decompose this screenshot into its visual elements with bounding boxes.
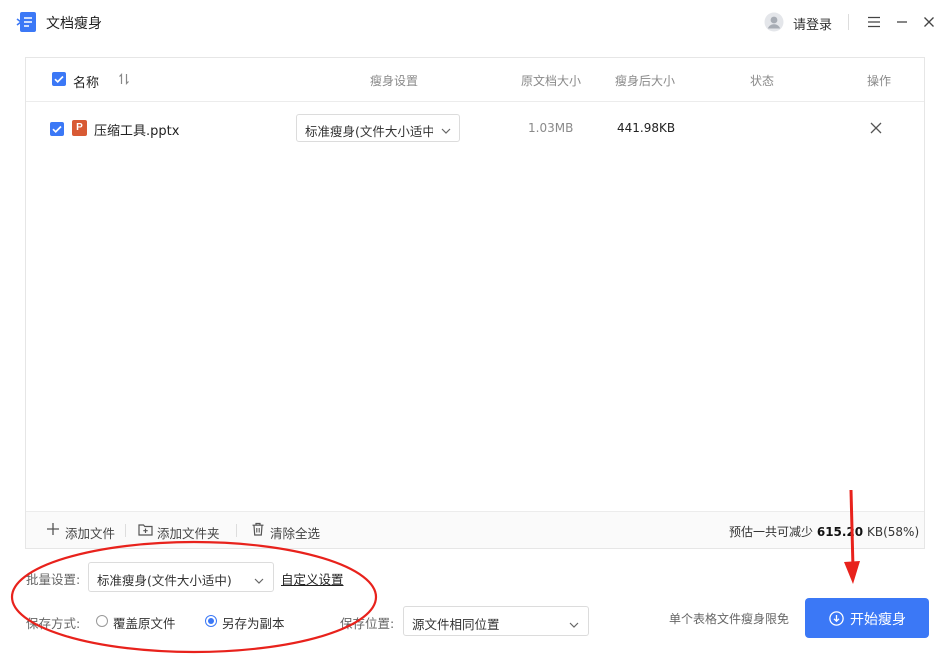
add-folder-icon[interactable] [138, 522, 153, 536]
app-logo-icon [16, 11, 38, 33]
minimize-icon[interactable] [893, 13, 911, 31]
close-window-icon[interactable] [920, 13, 938, 31]
row-checkbox[interactable] [50, 122, 64, 136]
start-slim-button[interactable]: 开始瘦身 [805, 598, 929, 638]
annotation-arrow [844, 489, 860, 584]
save-location-select[interactable]: 源文件相同位置 [403, 606, 589, 636]
new-size: 441.98KB [617, 121, 676, 135]
app-title: 文档瘦身 [46, 16, 102, 32]
original-size: 1.03MB [528, 121, 574, 135]
titlebar-divider [848, 14, 849, 30]
remove-file-icon[interactable] [869, 121, 883, 135]
column-header-status: 状态 [750, 74, 775, 88]
toolbar-separator [125, 524, 126, 537]
row-slim-setting-value: 标准瘦身(文件大小适中) [305, 124, 433, 139]
column-header-setting: 瘦身设置 [370, 74, 419, 88]
start-slim-label: 开始瘦身 [850, 612, 906, 628]
menu-icon[interactable] [865, 13, 883, 31]
trash-icon[interactable] [251, 522, 265, 536]
column-header-original-size: 原文档大小 [521, 74, 582, 88]
column-header-action: 操作 [867, 74, 892, 88]
annotation-ellipse [10, 540, 378, 654]
column-header-new-size: 瘦身后大小 [615, 74, 676, 88]
estimate-text: 预估一共可减少 615.20 KB(58%) [729, 523, 919, 540]
shield-down-icon [829, 611, 844, 626]
chevron-down-icon [441, 124, 451, 134]
avatar-icon[interactable] [764, 12, 784, 32]
header-divider [26, 101, 924, 102]
row-slim-setting-select[interactable]: 标准瘦身(文件大小适中) [296, 114, 460, 142]
login-link[interactable]: 请登录 [793, 14, 832, 33]
pptx-file-icon: P [72, 120, 87, 136]
sort-icon[interactable] [117, 72, 131, 86]
estimate-prefix: 预估一共可减少 [729, 525, 814, 539]
save-location-value: 源文件相同位置 [412, 617, 500, 632]
estimate-suffix: KB(58%) [866, 525, 920, 539]
free-note: 单个表格文件瘦身限免 [669, 612, 790, 626]
toolbar-separator [236, 524, 237, 537]
toolbar-divider [26, 511, 924, 512]
chevron-down-icon [569, 618, 579, 628]
select-all-checkbox[interactable] [52, 72, 66, 86]
column-header-name[interactable]: 名称 [73, 72, 99, 91]
file-name: 压缩工具.pptx [94, 124, 180, 139]
plus-icon[interactable] [46, 522, 60, 536]
